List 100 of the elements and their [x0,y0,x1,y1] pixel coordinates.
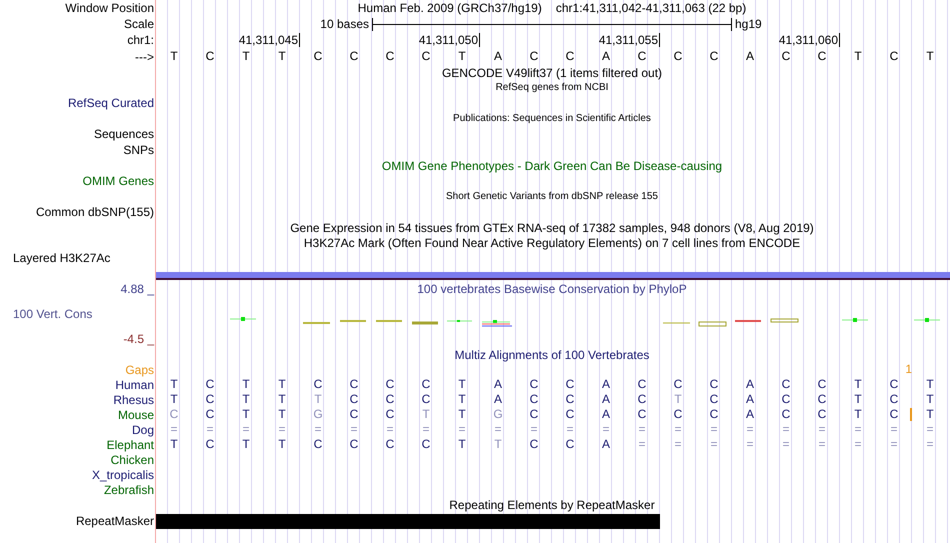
base-letter: T [278,378,286,391]
base-letter: C [422,438,430,451]
track-label[interactable]: Sequences [94,127,154,141]
track-label[interactable]: Layered H3K27Ac [13,251,110,265]
track-label[interactable]: RepeatMasker [76,514,154,528]
base-letter: T [242,393,250,406]
species-label[interactable]: Dog [132,422,154,436]
base-letter: C [674,408,682,421]
base-letter: C [674,50,682,63]
base-letter: = [422,423,430,436]
base-letter: = [350,423,358,436]
base-letter: T [170,393,178,406]
base-letter: = [782,438,790,451]
base-letter: C [350,50,358,63]
species-label[interactable]: Elephant [106,438,154,452]
track-label[interactable]: SNPs [123,143,154,157]
base-letter: T [242,408,250,421]
track-title: Repeating Elements by RepeatMasker [448,498,656,512]
base-letter: C [782,408,790,421]
base-letter: C [638,393,646,406]
base-letter: A [602,393,610,406]
species-label[interactable]: Rhesus [113,392,154,406]
track-title: GENCODE V49lift37 (1 items filtered out) [440,66,664,80]
base-letter: A [602,378,610,391]
base-letter: T [674,393,682,406]
base-letter: = [386,423,394,436]
ruler-tick: 41,311,050 [418,33,480,47]
base-letter: = [638,423,646,436]
base-letter: C [206,408,214,421]
base-letter: A [602,408,610,421]
base-letter: C [206,50,214,63]
row-label: Scale [124,17,154,31]
base-letter: C [818,378,826,391]
track-label[interactable]: 100 Vert. Cons [13,307,92,321]
base-letter: = [890,438,898,451]
base-letter: C [422,378,430,391]
track-label[interactable]: OMIM Genes [82,174,154,188]
base-letter: C [710,50,718,63]
row-label: chr1: [127,33,154,47]
base-letter: T [170,378,178,391]
base-letter: C [350,393,358,406]
base-letter: T [458,438,466,451]
base-letter: C [386,50,394,63]
base-letter: C [890,393,898,406]
track-title: OMIM Gene Phenotypes - Dark Green Can Be Disease-causing [380,158,724,172]
ruler-tick: 41,311,045 [238,33,300,47]
base-letter: C [890,378,898,391]
track-title: H3K27Ac Mark (Often Found Near Active Regulatory Elements) on 7 cell lines from ENCODE [302,236,802,250]
base-letter: C [386,408,394,421]
strand-arrow[interactable]: ---> [135,50,154,64]
base-letter: = [458,423,466,436]
base-letter: T [458,393,466,406]
track-title: Gene Expression in 54 tissues from GTEx RNA-seq of 17382 samples, 948 donors (V8, Aug 2019) [289,220,815,234]
base-letter: = [710,438,718,451]
track-title: RefSeq genes from NCBI [494,80,610,94]
axis-max-label: 4.88 _ [120,282,154,296]
base-letter: A [746,378,754,391]
base-letter: C [386,378,394,391]
base-letter: G [493,408,503,421]
row-label: Window Position [65,1,154,15]
base-letter: = [746,423,754,436]
base-letter: T [854,408,862,421]
base-letter: T [314,393,322,406]
track-label[interactable]: Common dbSNP(155) [36,205,154,219]
base-letter: T [458,50,466,63]
base-letter: = [818,423,826,436]
base-letter: = [206,423,214,436]
base-letter: A [746,408,754,421]
base-letter: = [638,438,646,451]
base-letter: A [494,50,502,63]
base-letter: T [458,378,466,391]
base-letter: C [170,408,178,421]
assembly-text: Human Feb. 2009 (GRCh37/hg19) [358,1,542,15]
assembly-text: hg19 [734,17,763,31]
species-label[interactable]: Zebrafish [104,482,154,496]
species-label[interactable]: Chicken [110,452,154,466]
base-letter: C [710,408,718,421]
base-letter: T [278,408,286,421]
base-letter: C [530,438,538,451]
base-letter: T [854,393,862,406]
base-letter: C [314,438,322,451]
base-letter: T [926,50,934,63]
base-letter: T [494,438,502,451]
base-letter: C [530,393,538,406]
base-letter: = [710,423,718,436]
base-letter: T [170,438,178,451]
base-letter: C [206,393,214,406]
base-letter: C [638,408,646,421]
track-label[interactable]: RefSeq Curated [68,96,154,110]
base-letter: = [926,423,934,436]
species-label[interactable]: X_tropicalis [92,468,154,482]
base-letter: C [638,378,646,391]
base-letter: C [782,378,790,391]
base-letter: = [530,423,538,436]
species-label[interactable]: Human [115,378,154,392]
base-letter: = [926,438,934,451]
base-letter: = [602,423,610,436]
species-label[interactable]: Mouse [118,408,154,422]
base-letter: C [566,438,574,451]
base-letter: C [818,393,826,406]
